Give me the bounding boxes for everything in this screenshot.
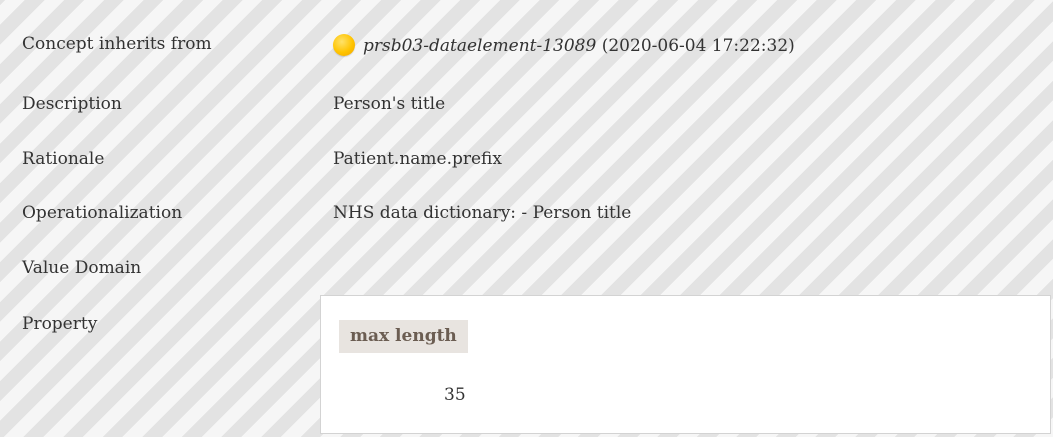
label-concept-inherits-from: Concept inherits from [22, 34, 212, 54]
label-description: Description [22, 94, 122, 114]
label-property: Property [22, 314, 98, 334]
rationale-value: Patient.name.prefix [333, 149, 502, 169]
description-value: Person's title [333, 94, 446, 114]
inherited-concept-link[interactable]: prsb03-dataelement-13089 [363, 36, 596, 56]
label-rationale: Rationale [22, 149, 105, 169]
inherit-timestamp: (2020-06-04 17:22:32) [601, 36, 795, 56]
property-max-length-value: 35 [444, 385, 466, 405]
status-circle-icon [333, 34, 355, 56]
label-operationalization: Operationalization [22, 203, 183, 223]
operationalization-value: NHS data dictionary: - Person title [333, 203, 632, 223]
inherits-value: prsb03-dataelement-13089 (2020-06-04 17:… [333, 34, 795, 56]
property-table: max length 35 [320, 295, 1051, 434]
label-value-domain: Value Domain [22, 258, 142, 278]
property-column-header: max length [339, 320, 468, 353]
